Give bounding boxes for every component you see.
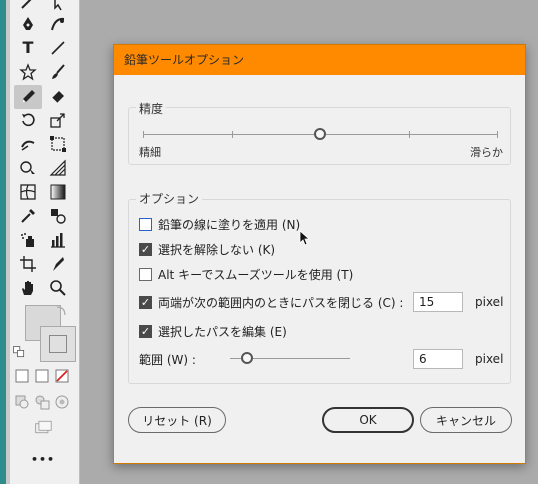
precision-min-label: 精細 <box>139 146 161 159</box>
close-paths-unit: pixel <box>475 295 504 309</box>
warp-tool-icon[interactable] <box>16 133 40 155</box>
precision-tick <box>232 131 233 138</box>
paintbrush-tool-icon[interactable] <box>46 61 70 83</box>
blend-tool-icon[interactable] <box>46 205 70 227</box>
precision-group-label: 精度 <box>136 100 167 117</box>
range-input[interactable]: 6 <box>413 349 463 369</box>
gradient-tool-icon[interactable] <box>46 181 70 203</box>
draw-inside-icon[interactable] <box>52 392 72 412</box>
close-paths-checkbox[interactable]: ✓ <box>139 295 152 309</box>
none-mode-icon[interactable] <box>52 366 72 386</box>
alt-smooth-checkbox[interactable] <box>139 267 152 281</box>
dialog-title: 鉛筆ツールオプション <box>124 53 245 67</box>
alt-smooth-label: Alt キーでスムーズツールを使用 (T) <box>158 267 354 282</box>
draw-behind-icon[interactable] <box>32 392 52 412</box>
close-paths-distance-input[interactable]: 15 <box>413 292 463 312</box>
more-tools-icon[interactable]: ••• <box>30 448 56 470</box>
pen-tool-icon[interactable] <box>16 13 40 35</box>
precision-tick <box>409 131 410 138</box>
precision-tick <box>143 131 144 138</box>
close-paths-label: 両端が次の範囲内のときにパスを閉じる (C) : <box>158 295 404 310</box>
artboard-tool-icon[interactable] <box>16 253 40 275</box>
keep-selected-checkbox[interactable]: ✓ <box>139 242 152 256</box>
alt-smooth-option[interactable]: Alt キーでスムーズツールを使用 (T) <box>139 265 353 283</box>
screen-mode-icon[interactable] <box>30 416 56 438</box>
cancel-button[interactable]: キャンセル <box>420 407 512 433</box>
zoom-tool-icon[interactable] <box>46 277 70 299</box>
shape-builder-icon[interactable] <box>16 157 40 179</box>
fill-pencil-strokes-checkbox[interactable] <box>139 217 152 231</box>
precision-slider-thumb[interactable] <box>314 128 326 140</box>
scale-tool-icon[interactable] <box>46 109 70 131</box>
swap-colors-icon[interactable] <box>54 304 68 318</box>
eyedropper-tool-icon[interactable] <box>16 205 40 227</box>
ok-button[interactable]: OK <box>322 407 414 433</box>
reset-button[interactable]: リセット (R) <box>128 407 226 433</box>
line-tool-icon[interactable] <box>46 37 70 59</box>
gradient-mode-icon[interactable] <box>32 366 52 386</box>
draw-normal-icon[interactable] <box>12 392 32 412</box>
keep-selected-option[interactable]: ✓ 選択を解除しない (K) <box>139 240 275 258</box>
precision-tick <box>497 131 498 138</box>
mesh-tool-icon[interactable] <box>16 181 40 203</box>
edit-selected-paths-checkbox[interactable]: ✓ <box>139 324 152 338</box>
hand-tool-icon[interactable] <box>16 277 40 299</box>
curvature-tool-icon[interactable] <box>46 13 70 35</box>
type-tool-icon[interactable]: T <box>16 37 40 59</box>
range-slider-thumb[interactable] <box>241 352 253 364</box>
mouse-cursor-icon <box>299 230 309 246</box>
pencil-tool-icon[interactable] <box>14 85 42 109</box>
symbol-sprayer-icon[interactable] <box>16 229 40 251</box>
keep-selected-label: 選択を解除しない (K) <box>158 242 276 257</box>
tools-panel: T ••• <box>10 0 80 484</box>
group-select-icon[interactable] <box>46 0 70 14</box>
stroke-swatch-inner <box>49 335 67 353</box>
close-paths-option[interactable]: ✓ 両端が次の範囲内のときにパスを閉じる (C) : <box>139 293 403 311</box>
fill-pencil-strokes-option[interactable]: 鉛筆の線に塗りを適用 (N) <box>139 215 300 233</box>
color-mode-icon[interactable] <box>12 366 32 386</box>
dialog-titlebar[interactable]: 鉛筆ツールオプション <box>114 45 525 75</box>
stroke-swatch[interactable] <box>40 326 76 362</box>
range-label: 範囲 (W) : <box>139 353 196 367</box>
direct-select-icon[interactable] <box>16 0 40 14</box>
default-colors-icon[interactable] <box>12 345 26 359</box>
range-unit: pixel <box>475 352 504 366</box>
eraser-tool-icon[interactable] <box>46 85 70 107</box>
fill-pencil-strokes-label: 鉛筆の線に塗りを適用 (N) <box>158 217 301 232</box>
perspective-grid-icon[interactable] <box>46 157 70 179</box>
pencil-tool-options-dialog: 鉛筆ツールオプション 精度 精細 滑らか オプション 鉛筆の線に塗りを適用 (N… <box>113 44 526 464</box>
free-transform-icon[interactable] <box>46 133 70 155</box>
slice-tool-icon[interactable] <box>46 253 70 275</box>
precision-max-label: 滑らか <box>470 146 503 159</box>
edit-selected-paths-label: 選択したパスを編集 (E) <box>158 324 287 339</box>
star-tool-icon[interactable] <box>16 61 40 83</box>
rotate-tool-icon[interactable] <box>16 109 40 131</box>
edit-selected-paths-option[interactable]: ✓ 選択したパスを編集 (E) <box>139 322 287 340</box>
options-group-label: オプション <box>136 190 203 207</box>
column-graph-icon[interactable] <box>46 229 70 251</box>
